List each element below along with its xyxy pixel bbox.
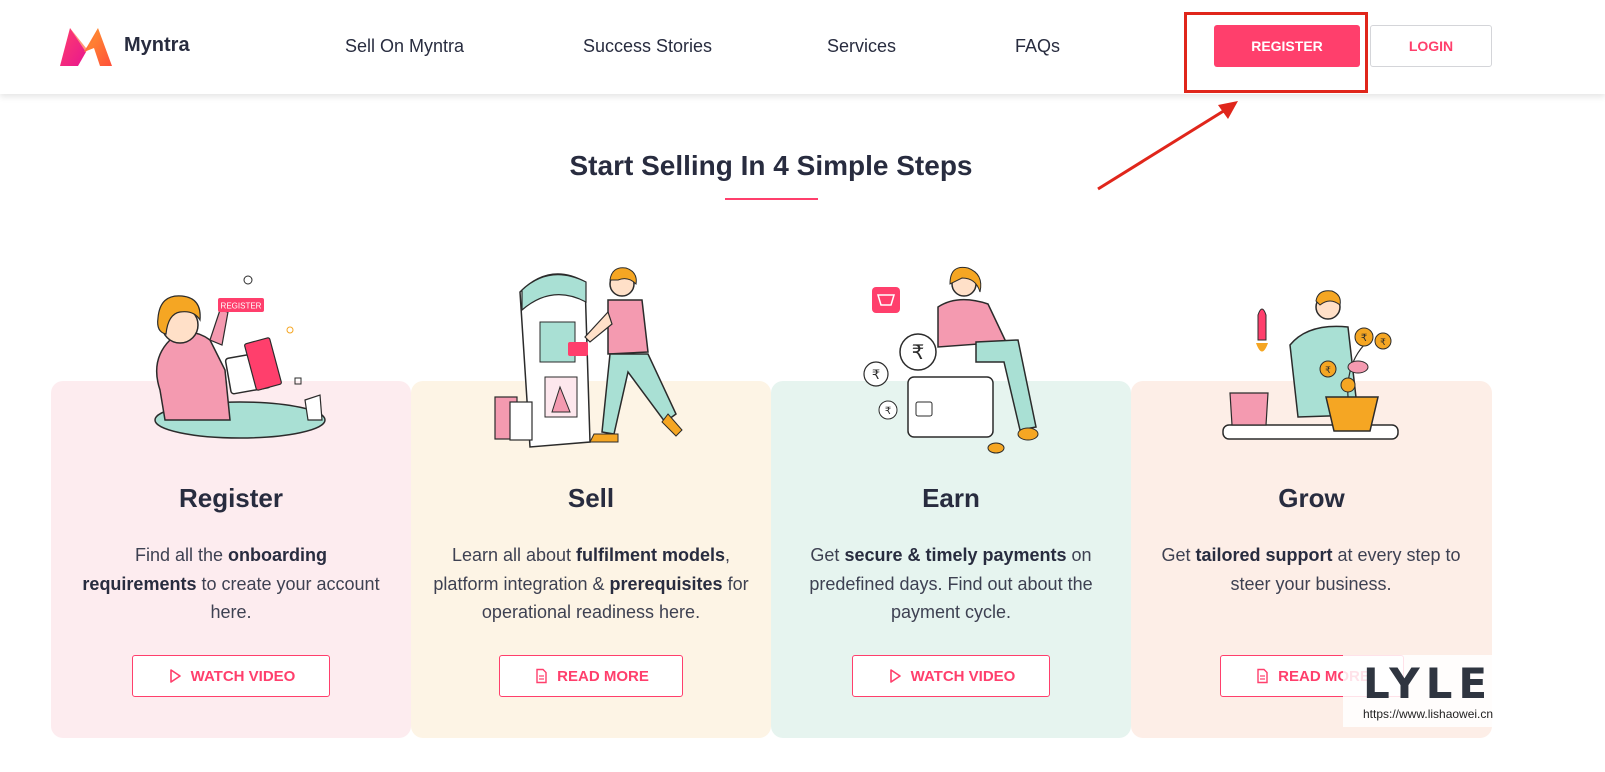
- nav-sell-on-myntra[interactable]: Sell On Myntra: [345, 36, 464, 57]
- card-title: Sell: [567, 483, 615, 513]
- watermark: LYLE https://www.lishaowei.cn: [1343, 655, 1539, 727]
- card-description: Get secure & timely payments on predefin…: [809, 545, 1093, 622]
- myntra-logo-icon: [60, 28, 112, 66]
- myntra-logo[interactable]: Myntra: [54, 22, 190, 72]
- top-nav-bar: Myntra Sell On Myntra Success Stories Se…: [0, 0, 1605, 94]
- svg-text:₹: ₹: [1361, 333, 1367, 344]
- watermark-logo: LYLE: [1363, 659, 1494, 708]
- earn-illustration: [872, 287, 900, 313]
- grow-illustration: [1257, 308, 1267, 341]
- nav-success-stories[interactable]: Success Stories: [583, 36, 712, 57]
- document-icon: [536, 668, 547, 684]
- card-description: Get tailored support at every step to st…: [1161, 545, 1461, 594]
- svg-text:₹: ₹: [1380, 338, 1386, 348]
- svg-text:₹: ₹: [912, 340, 925, 364]
- svg-text:₹: ₹: [1325, 366, 1331, 376]
- register-illustration: REGISTER: [154, 275, 326, 439]
- card-title: Grow: [1278, 483, 1345, 513]
- card-title: Earn: [922, 483, 980, 513]
- card-title: Register: [178, 483, 284, 513]
- play-icon: [169, 669, 181, 683]
- play-icon: [889, 669, 901, 683]
- title-underline: [725, 198, 818, 200]
- nav-services[interactable]: Services: [827, 36, 896, 57]
- nav-faqs[interactable]: FAQs: [1015, 36, 1060, 57]
- annotation-arrow-icon: [1097, 101, 1238, 191]
- brand-name: Myntra: [124, 33, 190, 56]
- watermark-url: https://www.lishaowei.cn: [1363, 707, 1494, 721]
- svg-text:₹: ₹: [885, 406, 891, 417]
- svg-text:₹: ₹: [872, 368, 880, 383]
- watch-video-button[interactable]: WATCH VIDEO: [852, 655, 1050, 697]
- section-title: Start Selling In 4 Simple Steps: [569, 150, 973, 181]
- watch-video-button[interactable]: WATCH VIDEO: [132, 655, 330, 697]
- register-button[interactable]: REGISTER: [1214, 25, 1360, 67]
- card-description: Learn all about fulfilment models, platf…: [433, 545, 749, 622]
- document-icon: [1257, 668, 1268, 684]
- login-button[interactable]: LOGIN: [1370, 25, 1492, 67]
- illustration-badge: REGISTER: [221, 302, 262, 311]
- card-description: Find all the onboarding requirements to …: [82, 545, 380, 622]
- read-more-button[interactable]: READ MORE: [499, 655, 683, 697]
